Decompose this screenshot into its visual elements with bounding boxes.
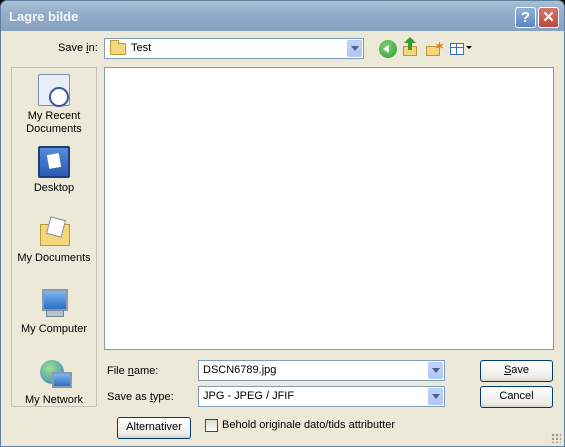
save-button[interactable]: Save <box>480 360 553 382</box>
resize-grip[interactable] <box>551 433 561 443</box>
close-button[interactable]: ✕ <box>538 7 559 28</box>
save-in-combo[interactable]: Test <box>104 38 364 59</box>
back-icon[interactable] <box>379 40 397 58</box>
place-label: My Computer <box>20 323 88 335</box>
keep-date-checkbox[interactable] <box>205 419 218 432</box>
save-in-label: Save in: <box>58 42 98 54</box>
place-label: Documents <box>26 123 82 135</box>
folder-icon <box>110 40 126 55</box>
options-button[interactable]: Alternativer <box>117 417 191 439</box>
place-my-network[interactable]: My Network <box>12 358 96 407</box>
chevron-down-icon[interactable] <box>428 362 443 379</box>
save-in-value: Test <box>131 42 152 54</box>
save-as-type-label: Save as type: <box>107 391 174 403</box>
recent-documents-icon <box>38 74 70 107</box>
place-desktop[interactable]: Desktop <box>12 146 96 195</box>
my-computer-icon <box>38 287 70 319</box>
file-name-input[interactable]: DSCN6789.jpg <box>198 360 445 381</box>
cancel-button[interactable]: Cancel <box>480 386 553 408</box>
save-as-type-select[interactable]: JPG - JPEG / JFIF <box>198 386 445 407</box>
desktop-icon <box>38 146 70 178</box>
place-my-recent-documents[interactable]: My Recent Documents <box>12 74 96 136</box>
my-network-icon <box>38 358 72 390</box>
views-menu-icon[interactable] <box>449 40 473 58</box>
help-button[interactable]: ? <box>515 7 536 28</box>
file-name-label: File name: <box>107 365 159 377</box>
window-title: Lagre bilde <box>9 9 79 24</box>
my-documents-icon <box>38 216 70 248</box>
place-label: My Network <box>24 394 84 406</box>
file-name-value: DSCN6789.jpg <box>203 364 277 376</box>
place-my-documents[interactable]: My Documents <box>12 216 96 265</box>
new-folder-icon[interactable]: ✶ <box>425 40 444 58</box>
place-my-computer[interactable]: My Computer <box>12 287 96 336</box>
place-label: My Documents <box>17 252 91 264</box>
chevron-down-icon[interactable] <box>428 388 443 405</box>
file-list[interactable] <box>104 67 554 350</box>
up-folder-icon[interactable] <box>402 37 420 58</box>
places-bar: My Recent Documents Desktop My Documents… <box>11 67 97 407</box>
chevron-down-icon[interactable] <box>347 40 362 57</box>
save-as-type-value: JPG - JPEG / JFIF <box>203 390 295 402</box>
save-dialog: Lagre bilde ? ✕ Save in: Test ✶ My Recen… <box>0 0 565 447</box>
place-label: Desktop <box>33 182 75 194</box>
place-label: My Recent <box>27 110 81 122</box>
keep-date-label[interactable]: Behold originale dato/tids attributter <box>222 419 395 431</box>
title-bar[interactable]: Lagre bilde ? ✕ <box>1 1 564 31</box>
